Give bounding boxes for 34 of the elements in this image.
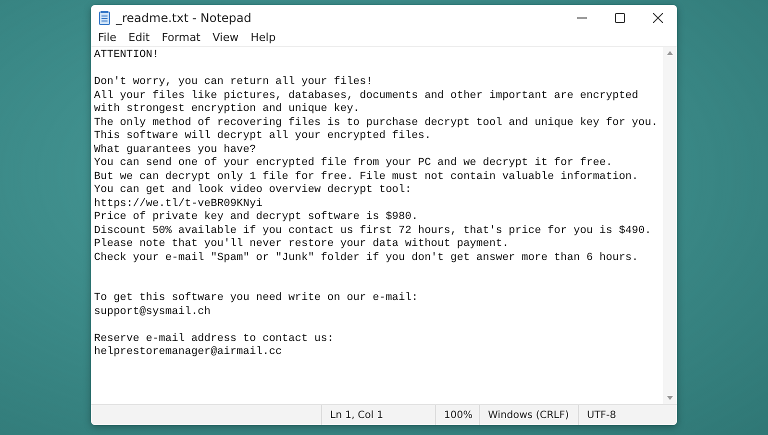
text-line: What guarantees you have? bbox=[94, 144, 256, 156]
zoom-level: 100% bbox=[444, 410, 473, 420]
text-line: All your files like pictures, databases, documents and other important are encrypted bbox=[94, 90, 638, 102]
text-line: You can get and look video overview decrypt tool: bbox=[94, 184, 412, 196]
text-line: helprestoremanager@airmail.cc bbox=[94, 346, 282, 358]
close-icon bbox=[653, 13, 663, 23]
window-title: _readme.txt - Notepad bbox=[116, 11, 252, 25]
text-line: Reserve e-mail address to contact us: bbox=[94, 332, 334, 344]
menu-item[interactable]: Help bbox=[246, 29, 281, 46]
text-line: with strongest encryption and unique key. bbox=[94, 103, 360, 115]
text-line: Check your e-mail "Spam" or "Junk" folder if you don't get answer more than 6 hours. bbox=[94, 252, 638, 264]
text-line: Discount 50% available if you contact us first 72 hours, that's price for you is $490. bbox=[94, 224, 652, 236]
text-line: But we can decrypt only 1 file for free. File must not contain valuable information. bbox=[94, 170, 638, 182]
text-line: The only method of recovering files is to purchase decrypt tool and unique key for you. bbox=[94, 116, 658, 128]
scroll-up-icon[interactable] bbox=[667, 51, 673, 55]
menu-item[interactable]: View bbox=[208, 29, 244, 46]
menu-item[interactable]: Edit bbox=[123, 29, 155, 46]
text-line: To get this software you need write on our e-mail: bbox=[94, 292, 418, 304]
text-line: Don't worry, you can return all your files! bbox=[94, 76, 373, 88]
cursor-position: Ln 1, Col 1 bbox=[330, 410, 384, 420]
text-line: You can send one of your encrypted file from your PC and we decrypt it for free. bbox=[94, 157, 612, 169]
encoding: UTF-8 bbox=[587, 410, 616, 420]
text-line: https://we.tl/t-veBR09KNyi bbox=[94, 198, 262, 210]
line-ending: Windows (CRLF) bbox=[488, 410, 569, 420]
menu-item[interactable]: Format bbox=[156, 29, 206, 46]
text-line: Please note that you'll never restore your data without payment. bbox=[94, 238, 509, 250]
notepad-icon bbox=[99, 11, 110, 25]
text-line: ATTENTION! bbox=[94, 49, 159, 61]
text-line: support@sysmail.ch bbox=[94, 306, 211, 318]
maximize-icon bbox=[615, 13, 625, 23]
text-line: This software will decrypt all your encrypted files. bbox=[94, 130, 431, 142]
scroll-down-icon[interactable] bbox=[667, 396, 673, 400]
text-line: Price of private key and decrypt software is $980. bbox=[94, 211, 418, 223]
menu-item[interactable]: File bbox=[93, 29, 122, 46]
